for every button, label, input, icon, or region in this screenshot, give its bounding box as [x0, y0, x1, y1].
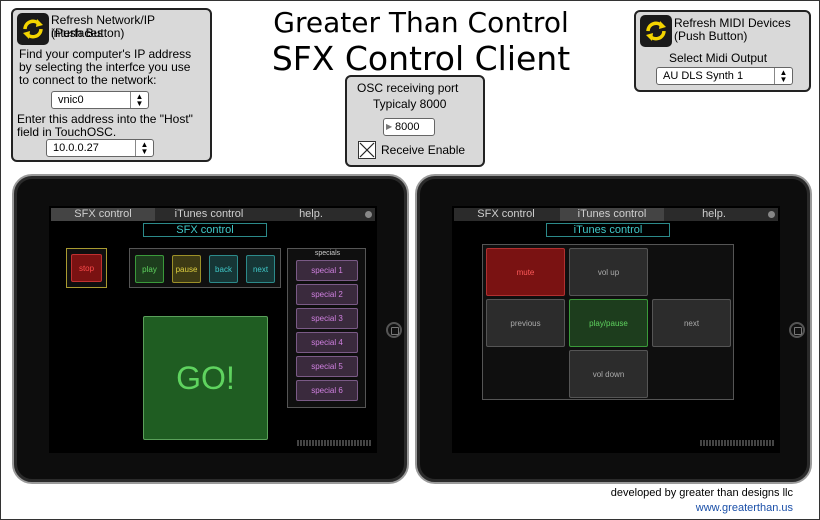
stepper-arrows-icon[interactable]: ▲ ▼ [135, 140, 153, 156]
receive-enable-label: Receive Enable [381, 143, 466, 157]
refresh-icon [646, 21, 666, 41]
refresh-network-sublabel: (Push Button) [51, 26, 125, 40]
ipad-preview-sfx: SFX control iTunes control help. SFX con… [12, 174, 409, 484]
tab-itunes-control[interactable]: iTunes control [560, 208, 664, 221]
play-pause-button[interactable]: play/pause [569, 299, 648, 347]
developer-credit: developed by greater than designs llc [610, 487, 793, 499]
vol-up-button[interactable]: vol up [569, 248, 648, 296]
next-button[interactable]: next [652, 299, 731, 347]
special-1-button[interactable]: special 1 [296, 260, 358, 281]
tab-help[interactable]: help. [666, 208, 762, 221]
receive-enable-checkbox[interactable] [358, 141, 376, 159]
tab-bar: SFX control iTunes control help. [454, 208, 778, 221]
tab-sfx-control[interactable]: SFX control [454, 208, 558, 221]
osc-panel: OSC receiving port Typicaly 8000 ▶ 8000 … [345, 75, 485, 167]
special-6-button[interactable]: special 6 [296, 380, 358, 401]
ipad-preview-itunes: SFX control iTunes control help. iTunes … [415, 174, 812, 484]
ipad-screen: SFX control iTunes control help. iTunes … [452, 206, 780, 453]
osc-port-label: OSC receiving port [357, 81, 459, 95]
home-button-icon [789, 322, 805, 338]
osc-port-value: 8000 [395, 121, 420, 133]
app-title-line1: Greater Than Control [273, 6, 569, 39]
stop-button[interactable]: stop [71, 254, 102, 282]
main-window: Greater Than Control SFX Control Client … [0, 0, 820, 520]
special-5-button[interactable]: special 5 [296, 356, 358, 377]
tab-itunes-control[interactable]: iTunes control [157, 208, 261, 221]
stepper-arrows-icon[interactable]: ▲ ▼ [774, 68, 792, 84]
pause-button[interactable]: pause [172, 255, 201, 283]
stepper-arrows-icon[interactable]: ▲ ▼ [130, 92, 148, 108]
special-2-button[interactable]: special 2 [296, 284, 358, 305]
special-3-button[interactable]: special 3 [296, 308, 358, 329]
previous-button[interactable]: previous [486, 299, 565, 347]
ipad-screen: SFX control iTunes control help. SFX con… [49, 206, 377, 453]
fine-print [297, 440, 371, 446]
midi-output-value: AU DLS Synth 1 [663, 70, 744, 82]
special-4-button[interactable]: special 4 [296, 332, 358, 353]
network-panel: Refresh Network/IP interfaces (Push Butt… [11, 8, 212, 162]
screen-title: SFX control [143, 223, 267, 237]
ip-address-value: 10.0.0.27 [53, 142, 99, 154]
screen-title: iTunes control [546, 223, 670, 237]
settings-dot-icon[interactable] [365, 211, 372, 218]
ip-address-field[interactable]: 10.0.0.27 ▲ ▼ [46, 139, 154, 157]
osc-port-hint: Typicaly 8000 [373, 97, 447, 111]
itunes-button-grid: mute vol up previous play/pause next vol… [482, 244, 734, 400]
triangle-right-icon: ▶ [386, 122, 393, 131]
tab-bar: SFX control iTunes control help. [51, 208, 375, 221]
stop-group: stop [66, 248, 107, 288]
osc-port-field[interactable]: ▶ 8000 [383, 118, 435, 136]
next-button[interactable]: next [246, 255, 275, 283]
midi-panel: Refresh MIDI Devices (Push Button) Selec… [634, 10, 811, 92]
back-button[interactable]: back [209, 255, 238, 283]
vol-down-button[interactable]: vol down [569, 350, 648, 398]
tab-sfx-control[interactable]: SFX control [51, 208, 155, 221]
tab-help[interactable]: help. [263, 208, 359, 221]
mute-button[interactable]: mute [486, 248, 565, 296]
specials-header: specials [314, 250, 341, 257]
refresh-network-button[interactable] [17, 13, 49, 45]
refresh-midi-button[interactable] [640, 15, 672, 47]
interface-value: vnic0 [58, 94, 84, 106]
transport-group: play pause back next [129, 248, 281, 288]
fine-print [700, 440, 774, 446]
website-link[interactable]: www.greaterthan.us [696, 502, 793, 514]
home-button-icon [386, 322, 402, 338]
play-button[interactable]: play [135, 255, 164, 283]
go-button[interactable]: GO! [143, 316, 268, 440]
settings-dot-icon[interactable] [768, 211, 775, 218]
app-title-line2: SFX Control Client [271, 39, 571, 78]
midi-select-label: Select Midi Output [669, 51, 768, 65]
ip-instructions-3: to connect to the network: [19, 73, 157, 87]
refresh-midi-sublabel: (Push Button) [674, 29, 748, 43]
specials-group: specials special 1 special 2 special 3 s… [287, 248, 366, 408]
refresh-icon [23, 19, 43, 39]
host-label-2: field in TouchOSC. [17, 125, 117, 139]
interface-select[interactable]: vnic0 ▲ ▼ [51, 91, 149, 109]
midi-output-select[interactable]: AU DLS Synth 1 ▲ ▼ [656, 67, 793, 85]
check-x-icon [359, 142, 375, 158]
